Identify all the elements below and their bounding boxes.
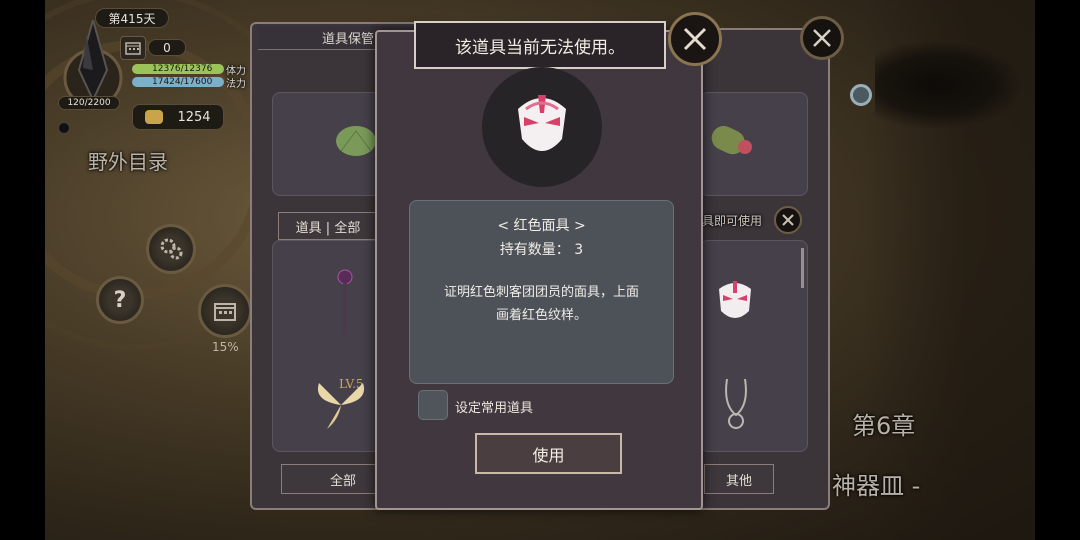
dot-indicator xyxy=(58,122,70,134)
tab-other[interactable]: 其他 xyxy=(704,464,774,494)
close-icon xyxy=(782,214,794,226)
item-quantity: 持有数量： 3 xyxy=(499,242,584,258)
coin-icon xyxy=(145,110,164,124)
item-name: < 红色面具 > xyxy=(497,218,586,234)
mask-item-icon[interactable] xyxy=(715,279,755,325)
scrollbar[interactable] xyxy=(801,248,804,288)
dialog-title-text: 该道具当前无法使用。 xyxy=(455,37,625,58)
mp-bar: 17424/17600 xyxy=(132,77,224,87)
calendar-count: 0 xyxy=(148,39,186,56)
calendar-count-text: 0 xyxy=(163,40,171,55)
chapter-subtitle: 神器皿 - xyxy=(832,472,921,500)
tab-all-bottom-label: 全部 xyxy=(329,473,356,489)
settings-button[interactable] xyxy=(146,224,196,274)
favorite-label: 设定常用道具 xyxy=(455,401,534,416)
tab-items-all-label: 道具 | 全部 xyxy=(295,220,361,236)
featured-slot-left[interactable] xyxy=(272,92,382,196)
map-title: 野外目录 xyxy=(88,150,168,174)
red-mask-icon xyxy=(518,95,566,151)
exp-counter: 120/2200 xyxy=(58,96,120,110)
item-description-line2: 画着红色纹样。 xyxy=(495,308,587,323)
question-icon: ? xyxy=(113,287,127,313)
hp-bar: 12376/12376 xyxy=(132,64,224,74)
gear-icon xyxy=(160,238,183,260)
meat-item-icon xyxy=(711,126,752,155)
usage-hint: 具即可使用 xyxy=(702,214,763,228)
leaf-item-icon xyxy=(336,126,376,156)
progress-text: 15% xyxy=(212,340,239,354)
item-grid-right xyxy=(700,240,808,452)
hint-close-button[interactable] xyxy=(774,206,802,234)
mp-label: 法力 xyxy=(226,79,246,90)
tab-items-all[interactable]: 道具 | 全部 xyxy=(278,212,378,240)
fairy-wing-item-icon[interactable] xyxy=(311,375,371,435)
close-icon xyxy=(683,27,707,51)
use-button[interactable]: 使用 xyxy=(475,433,622,474)
game-screen: 第415天 120/2200 0 12376/12376 体力 17424/17… xyxy=(0,0,1080,540)
favorite-checkbox[interactable] xyxy=(418,390,448,420)
chapter-label: 第6章 xyxy=(852,412,916,440)
dialog-title: 该道具当前无法使用。 xyxy=(414,21,666,69)
staff-item-icon[interactable] xyxy=(335,269,355,339)
item-description-box: < 红色面具 > 持有数量： 3 证明红色刺客团团员的面具，上面 画着红色纹样。 xyxy=(409,200,674,384)
calendar-grid-icon xyxy=(214,303,236,321)
schedule-button[interactable] xyxy=(198,284,252,338)
panel-close-button[interactable] xyxy=(800,16,844,60)
close-icon xyxy=(813,29,831,47)
coin-counter: 1254 xyxy=(132,104,224,130)
storage-header-text: 道具保管 xyxy=(321,32,374,47)
location-marker xyxy=(850,84,872,106)
tab-other-label: 其他 xyxy=(725,473,752,489)
item-grid-left: LV.5 xyxy=(272,240,382,452)
item-description-line1: 证明红色刺客团团员的面具，上面 xyxy=(443,285,639,300)
exp-text: 120/2200 xyxy=(67,98,111,108)
hp-text: 12376/12376 xyxy=(152,64,213,74)
help-button[interactable]: ? xyxy=(96,276,144,324)
featured-slot-right[interactable] xyxy=(700,92,808,196)
calendar-icon[interactable] xyxy=(120,36,146,60)
mp-text: 17424/17600 xyxy=(152,77,213,87)
coin-text: 1254 xyxy=(177,109,211,125)
necklace-item-icon[interactable] xyxy=(721,375,751,435)
item-preview xyxy=(482,67,602,187)
dialog-close-button[interactable] xyxy=(668,12,722,66)
map-splatter xyxy=(875,40,1025,130)
use-button-label: 使用 xyxy=(532,445,565,465)
